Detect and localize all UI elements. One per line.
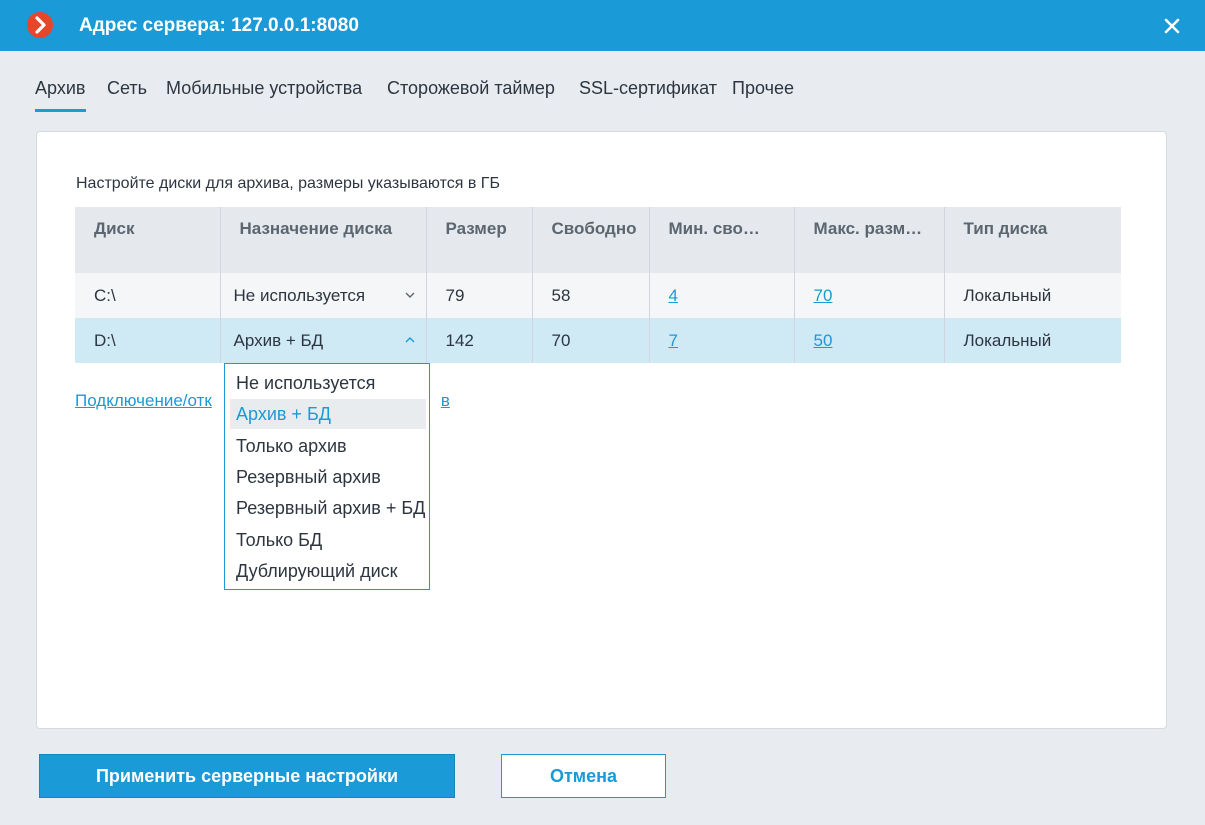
archive-panel: Настройте диски для архива, размеры указ… — [36, 131, 1167, 729]
purpose-select[interactable]: Не используется — [220, 273, 427, 318]
min-free-link[interactable]: 7 — [669, 331, 678, 350]
dropdown-option[interactable]: Не используется — [230, 368, 426, 398]
column-header-min-free[interactable]: Мин. сво… — [649, 207, 795, 273]
disks-table: Диск Назначение диска Размер Свободно Ми… — [75, 207, 1121, 363]
dropdown-option-selected[interactable]: Архив + БД — [230, 399, 426, 429]
dropdown-option[interactable]: Только архив — [230, 431, 426, 461]
disk-type-cell: Локальный — [944, 318, 1121, 363]
column-header-disk-type[interactable]: Тип диска — [944, 207, 1121, 273]
dropdown-option[interactable]: Только БД — [230, 525, 426, 555]
max-size-link[interactable]: 50 — [814, 331, 833, 350]
server-settings-window: Адрес сервера: 127.0.0.1:8080 Архив Сеть… — [0, 0, 1205, 825]
cancel-button[interactable]: Отмена — [501, 754, 666, 798]
column-header-purpose[interactable]: Назначение диска — [220, 207, 427, 273]
column-header-free[interactable]: Свободно — [532, 207, 650, 273]
apply-server-settings-button[interactable]: Применить серверные настройки — [39, 754, 455, 798]
tab-watchdog[interactable]: Сторожевой таймер — [387, 78, 555, 99]
chevron-down-icon — [405, 292, 414, 298]
dropdown-option[interactable]: Дублирующий диск — [230, 556, 426, 586]
purpose-value: Не используется — [233, 285, 366, 305]
size-cell: 142 — [426, 318, 533, 363]
size-cell: 79 — [426, 273, 533, 318]
purpose-dropdown-list: Не используется Архив + БД Только архив … — [224, 363, 430, 590]
table-row-selected[interactable]: D:\ Архив + БД 142 70 7 50 Локальный — [75, 318, 1121, 363]
chevron-up-icon — [405, 337, 414, 343]
free-cell: 70 — [532, 318, 650, 363]
tab-ssl-certificate[interactable]: SSL-сертификат — [579, 78, 717, 99]
tab-archive[interactable]: Архив — [35, 78, 85, 99]
disk-cell: D:\ — [75, 318, 221, 363]
tab-network[interactable]: Сеть — [107, 78, 147, 99]
purpose-select[interactable]: Архив + БД — [220, 318, 427, 363]
close-button[interactable] — [1158, 12, 1186, 40]
archive-hint: Настройте диски для архива, размеры указ… — [76, 175, 500, 192]
chevron-right-icon — [35, 16, 46, 34]
tab-mobile-devices[interactable]: Мобильные устройства — [166, 78, 362, 99]
close-icon — [1164, 18, 1180, 34]
min-free-link[interactable]: 4 — [669, 286, 678, 305]
table-header-row: Диск Назначение диска Размер Свободно Ми… — [75, 207, 1121, 273]
window-title: Адрес сервера: 127.0.0.1:8080 — [79, 15, 359, 36]
connect-disks-link-start: Подключение/отк — [75, 391, 212, 410]
disk-cell: C:\ — [75, 273, 221, 318]
purpose-value: Архив + БД — [233, 330, 324, 350]
column-header-size[interactable]: Размер — [426, 207, 533, 273]
connect-disks-link-end: в — [440, 391, 450, 410]
active-tab-indicator — [35, 109, 86, 112]
dropdown-option[interactable]: Резервный архив + БД — [230, 493, 426, 523]
column-header-max-size[interactable]: Макс. разм… — [794, 207, 945, 273]
tab-other[interactable]: Прочее — [732, 78, 794, 99]
title-bar: Адрес сервера: 127.0.0.1:8080 — [0, 0, 1205, 51]
max-size-link[interactable]: 70 — [814, 286, 833, 305]
free-cell: 58 — [532, 273, 650, 318]
table-row[interactable]: C:\ Не используется 79 58 4 70 Локальный — [75, 273, 1121, 318]
disk-type-cell: Локальный — [944, 273, 1121, 318]
column-header-disk[interactable]: Диск — [75, 207, 221, 273]
app-logo — [27, 12, 53, 38]
dropdown-option[interactable]: Резервный архив — [230, 462, 426, 492]
